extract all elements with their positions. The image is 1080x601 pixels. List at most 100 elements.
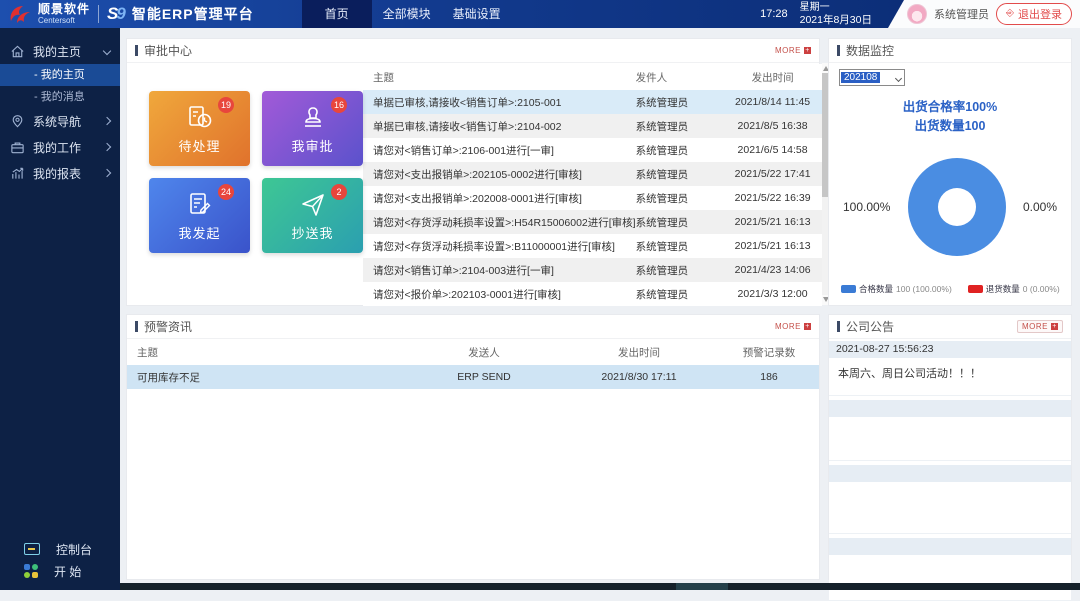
sidebar-item-my-home[interactable]: 我的主页 [0,38,120,64]
panel-accent [837,45,840,56]
avatar[interactable] [907,4,927,24]
pass-rate-donut-chart [908,158,1006,256]
data-monitor-panel: 数据监控 202108 出货合格率100% 出货数量100 100.00% 0.… [828,38,1072,306]
notice-item[interactable] [829,555,1071,601]
donut-right-label: 0.00% [1023,200,1057,214]
top-bar: 顺景软件 Centersoft S9 智能ERP管理平台 首页 全部模块 基础设… [0,0,1080,28]
monitor-summary: 出货合格率100% 出货数量100 [839,98,1061,136]
console-button[interactable]: 控制台 [0,538,120,560]
panel-accent [837,321,840,332]
table-row[interactable]: 请您对<存货浮动耗损率设置>:B11000001进行[审核]系统管理员2021/… [363,234,822,258]
logo-text-en: Centersoft [38,17,90,25]
sidebar-subitem-my-home[interactable]: - 我的主页 [0,64,120,86]
approval-table: 主题 发件人 发出时间 单据已审核,请接收<销售订单>:2105-001系统管理… [363,64,822,305]
current-user: 系统管理员 [934,6,989,22]
donut-left-label: 100.00% [843,200,890,214]
approval-table-header: 主题 发件人 发出时间 [363,64,822,90]
tab-all-modules[interactable]: 全部模块 [372,0,442,28]
send-icon [298,190,328,220]
topbar-user-area: 系统管理员 ⎆ 退出登录 [888,0,1080,28]
table-row[interactable]: 请您对<支出报销单>:202105-0002进行[审核]系统管理员2021/5/… [363,162,822,186]
approval-more-link[interactable]: MORE+ [775,46,811,55]
approval-panel-title: 审批中心 [144,42,192,59]
stamp-icon [298,103,328,133]
weekday: 星期一 [800,2,872,14]
sidebar-subitem-my-messages[interactable]: - 我的消息 [0,86,120,108]
chevron-right-icon [103,117,111,125]
s9-logo: S9 [107,4,124,24]
pending-count-badge: 19 [218,97,234,113]
company-notice-panel: 公司公告 MORE+ 2021-08-27 15:56:23 本周六、周日公司活… [828,314,1072,580]
tile-initiated-by-me[interactable]: 我发起 24 [149,178,250,253]
notice-date [829,465,1071,482]
start-icon [24,564,38,578]
logout-button[interactable]: ⎆ 退出登录 [996,3,1072,25]
more-icon: + [804,323,811,330]
sidebar: 我的主页 - 我的主页 - 我的消息 系统导航 我的工作 我的报表 控制台 开 … [0,28,120,590]
tile-my-approvals[interactable]: 我审批 16 [262,91,363,166]
start-button[interactable]: 开 始 [0,560,120,582]
more-icon: + [1051,323,1058,330]
chart-icon [10,166,25,181]
sidebar-item-system-nav[interactable]: 系统导航 [0,108,120,134]
period-select[interactable]: 202108 [839,69,905,86]
table-row[interactable]: 请您对<销售订单>:2104-003进行[一审]系统管理员2021/4/23 1… [363,258,822,282]
alerts-panel: 预警资讯 MORE+ 主题 发送人 发出时间 预警记录数 可用库存不足 ERP … [126,314,820,580]
sidebar-item-my-reports[interactable]: 我的报表 [0,160,120,186]
console-icon [24,543,40,555]
tab-basic-settings[interactable]: 基础设置 [442,0,512,28]
notice-item[interactable] [829,417,1071,461]
briefcase-icon [10,140,25,155]
table-row[interactable]: 请您对<存货浮动耗损率设置>:H54R15006002进行[审核]系统管理员20… [363,210,822,234]
product-title: 智能ERP管理平台 [132,4,254,24]
date: 2021年8月30日 [800,14,872,27]
my-approvals-count-badge: 16 [331,97,347,113]
panel-accent [135,45,138,56]
table-row[interactable]: 请您对<销售订单>:2106-001进行[一审]系统管理员2021/6/5 14… [363,138,822,162]
logo-text-cn: 顺景软件 [38,3,90,15]
monitor-panel-title: 数据监控 [846,42,894,59]
legend-swatch-return [968,285,983,293]
sidebar-item-my-work[interactable]: 我的工作 [0,134,120,160]
datetime-block: 17:28 星期一 2021年8月30日 [760,2,884,27]
notice-date [829,400,1071,417]
notice-item[interactable]: 本周六、周日公司活动！！！ [829,358,1071,396]
cc-count-badge: 2 [331,184,347,200]
tile-cc-me[interactable]: 抄送我 2 [262,178,363,253]
approval-tiles: 待处理 19 我审批 16 我发起 24 抄送我 2 [127,63,363,305]
donut-legend: 合格数量 100 (100.00%) 退货数量 0 (0.00%) [841,283,1060,295]
app-logo: 顺景软件 Centersoft [0,3,90,25]
notice-more-link[interactable]: MORE+ [1017,320,1063,333]
chevron-down-icon [895,75,902,82]
logo-separator [98,5,99,23]
notice-item[interactable] [829,482,1071,534]
table-row[interactable]: 单据已审核,请接收<销售订单>:2104-002系统管理员2021/8/5 16… [363,114,822,138]
notice-date: 2021-08-27 15:56:23 [829,341,1071,358]
chevron-right-icon [103,169,111,177]
tile-pending[interactable]: 待处理 19 [149,91,250,166]
centersoft-logo-icon [8,3,32,25]
bottom-bar [120,583,1080,590]
table-row[interactable]: 请您对<支出报销单>:202008-0001进行[审核]系统管理员2021/5/… [363,186,822,210]
table-row[interactable]: 可用库存不足 ERP SEND 2021/8/30 17:11 186 [127,365,819,389]
alerts-more-link[interactable]: MORE+ [775,322,811,331]
logout-icon: ⎆ [1006,9,1014,19]
notice-panel-title: 公司公告 [846,318,894,335]
doc-pencil-icon [185,190,215,220]
table-row[interactable]: 请您对<报价单>:202103-0001进行[审核]系统管理员2021/3/3 … [363,282,822,306]
panel-accent [135,321,138,332]
alerts-panel-title: 预警资讯 [144,318,192,335]
doc-clock-icon [185,103,215,133]
alerts-table-header: 主题 发送人 发出时间 预警记录数 [127,339,819,365]
clock: 17:28 [760,8,788,20]
ship-qty-line: 出货数量100 [839,117,1061,136]
more-icon: + [804,47,811,54]
initiated-count-badge: 24 [218,184,234,200]
map-pin-icon [10,114,25,129]
table-row[interactable]: 单据已审核,请接收<销售订单>:2105-001系统管理员2021/8/14 1… [363,90,822,114]
approval-center-panel: 审批中心 MORE+ 待处理 19 我审批 16 我发起 24 [126,38,820,306]
main-nav-tabs: 首页 全部模块 基础设置 [302,0,512,28]
tab-home[interactable]: 首页 [302,0,372,28]
notice-date [829,538,1071,555]
pass-rate-line: 出货合格率100% [839,98,1061,117]
